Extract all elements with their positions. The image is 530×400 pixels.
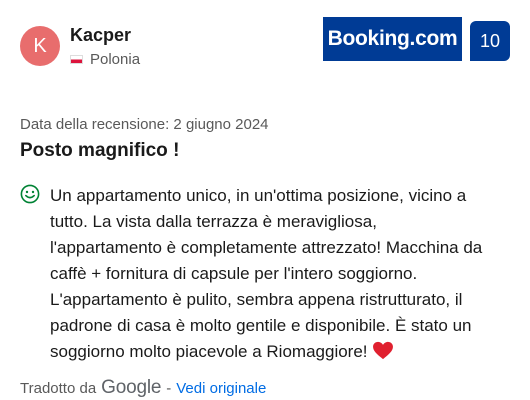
google-logo: Google (101, 377, 162, 398)
reviewer-name: Kacper (70, 25, 132, 45)
translation-footer: Tradotto da Google - Vedi originale (20, 377, 266, 399)
heart-icon (372, 341, 393, 360)
review-body-line: padrone di casa è molto gentile e dispon… (50, 316, 472, 335)
review-date: Data della recensione: 2 giugno 2024 (20, 116, 269, 133)
review-body-line: soggiorno molto piacevole a Riomaggiore! (50, 342, 368, 361)
booking-logo: Booking.com (323, 17, 462, 61)
review-body-line: L'appartamento è pulito, sembra appena r… (50, 290, 463, 309)
poland-flag-icon (70, 55, 83, 64)
avatar: K (20, 26, 60, 66)
view-original-link[interactable]: Vedi originale (176, 380, 266, 397)
reviewer-country: Polonia (70, 51, 140, 68)
review-body-line: Un appartamento unico, in un'ottima posi… (50, 186, 467, 205)
review-body-line: tutto. La vista dalla terrazza è meravig… (50, 212, 377, 231)
score-badge: 10 (470, 21, 510, 61)
translated-by-label: Tradotto da (20, 379, 97, 397)
review-body: Un appartamento unico, in un'ottima posi… (50, 183, 515, 365)
smile-icon (20, 184, 40, 204)
review-title: Posto magnifico ! (20, 140, 180, 161)
review-body-line-last: soggiorno molto piacevole a Riomaggiore! (50, 339, 515, 365)
review-body-line: l'appartamento è completamente attrezzat… (50, 238, 483, 257)
review-body-line: caffè + fornitura di capsule per l'inter… (50, 264, 418, 283)
review-card: K Kacper Polonia Booking.com 10 Data del… (0, 0, 530, 400)
separator: - (166, 379, 172, 397)
country-label: Polonia (90, 51, 141, 68)
